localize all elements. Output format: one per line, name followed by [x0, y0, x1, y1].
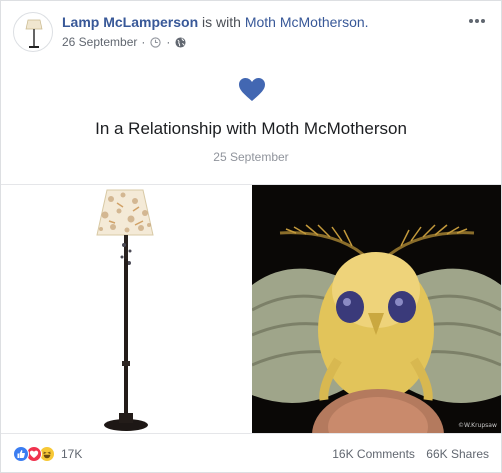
reactions-summary[interactable]: 17K — [13, 446, 82, 462]
event-title: In a Relationship with Moth McMotherson — [95, 119, 407, 138]
post-date-link[interactable]: 26 September — [62, 34, 137, 50]
globe-icon[interactable] — [175, 36, 186, 48]
like-icon — [13, 446, 29, 462]
moth-photo[interactable]: ©W.Krupsaw — [252, 185, 501, 434]
clock-icon — [150, 36, 162, 48]
post-header: Lamp McLamperson is with Moth McMotherso… — [1, 1, 501, 61]
moth-image: ©W.Krupsaw — [252, 185, 501, 434]
more-options-icon[interactable] — [467, 13, 487, 29]
floor-lamp-image — [1, 185, 249, 434]
life-event: In a Relationship with Moth McMotherson … — [1, 61, 501, 183]
reaction-count: 17K — [61, 447, 83, 461]
event-date: 25 September — [213, 150, 289, 164]
shares-count-link[interactable]: 66K Shares — [426, 447, 489, 461]
engagement-stats: 16K Comments 66K Shares — [332, 447, 489, 461]
post-footer: 17K 16K Comments 66K Shares — [1, 433, 501, 473]
post-card: Lamp McLamperson is with Moth McMotherso… — [0, 0, 502, 473]
post-meta: 26 September · · — [62, 34, 187, 50]
author-avatar[interactable] — [13, 12, 53, 52]
heart-icon — [239, 78, 265, 101]
comments-count-link[interactable]: 16K Comments — [332, 447, 415, 461]
meta-separator: · — [141, 35, 146, 49]
lamp-photo[interactable] — [1, 185, 249, 434]
lamp-avatar-icon — [25, 19, 43, 48]
photo-grid: ©W.Krupsaw — [1, 184, 501, 434]
author-name-link[interactable]: Lamp McLamperson — [62, 14, 198, 30]
tagged-friend-link[interactable]: Moth McMotherson. — [245, 14, 369, 30]
with-text: is with — [202, 14, 241, 30]
photo-watermark: ©W.Krupsaw — [458, 422, 497, 429]
post-title-line: Lamp McLamperson is with Moth McMotherso… — [62, 13, 369, 31]
meta-separator-2: · — [166, 35, 171, 49]
